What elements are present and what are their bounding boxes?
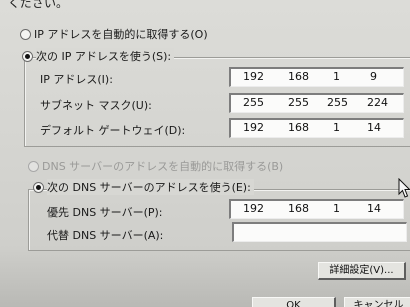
ip-auto-radio[interactable] (20, 29, 31, 40)
subnet-mask-octet: 255 (327, 96, 348, 109)
preferred-dns-octet: 168 (288, 202, 309, 215)
ip-address-octet: 192 (243, 70, 264, 83)
default-gateway-octet: 192 (243, 121, 264, 134)
ip-auto-label[interactable]: IP アドレスを自動的に取得する(O) (34, 26, 208, 42)
preferred-dns-octet: 14 (367, 202, 381, 215)
dns-manual-radio[interactable] (33, 182, 44, 193)
tcpip-properties-dialog: ください。 IP アドレスを自動的に取得する(O) 次の IP アドレスを使う(… (0, 0, 410, 307)
subnet-mask-octet: 255 (243, 96, 264, 109)
ip-address-label: IP アドレス(I): (40, 73, 113, 86)
default-gateway-label: デフォルト ゲートウェイ(D): (40, 124, 186, 137)
default-gateway-field[interactable]: 192 168 1 14 (229, 118, 404, 138)
mouse-cursor-icon (398, 178, 410, 198)
header-fragment: ください。 (8, 0, 69, 10)
ok-button[interactable]: OK (252, 297, 336, 307)
preferred-dns-field[interactable]: 192 168 1 14 (229, 199, 404, 219)
ip-address-octet: 9 (370, 70, 377, 83)
subnet-mask-label: サブネット マスク(U): (40, 99, 152, 112)
subnet-mask-octet: 255 (288, 96, 309, 109)
cancel-button[interactable]: キャンセル (344, 297, 410, 307)
dns-auto-radio[interactable] (28, 161, 39, 172)
preferred-dns-octet: 192 (243, 202, 264, 215)
dns-auto-label[interactable]: DNS サーバーのアドレスを自動的に取得する(B) (42, 158, 283, 174)
default-gateway-octet: 1 (333, 121, 340, 134)
preferred-dns-octet: 1 (333, 202, 340, 215)
ip-address-field[interactable]: 192 168 1 9 (229, 67, 404, 87)
alternate-dns-label: 代替 DNS サーバー(A): (47, 229, 164, 242)
ip-address-octet: 168 (288, 70, 309, 83)
alternate-dns-field[interactable] (232, 222, 407, 242)
ip-address-octet: 1 (333, 70, 340, 83)
preferred-dns-label: 優先 DNS サーバー(P): (47, 206, 163, 219)
default-gateway-octet: 168 (288, 121, 309, 134)
ip-manual-label[interactable]: 次の IP アドレスを使う(S): (36, 48, 175, 64)
default-gateway-octet: 14 (367, 121, 381, 134)
dns-manual-label[interactable]: 次の DNS サーバーのアドレスを使う(E): (47, 179, 254, 195)
ip-manual-radio[interactable] (22, 51, 33, 62)
subnet-mask-field[interactable]: 255 255 255 224 (229, 93, 404, 113)
subnet-mask-octet: 224 (367, 96, 388, 109)
advanced-settings-button[interactable]: 詳細設定(V)... (318, 262, 406, 280)
